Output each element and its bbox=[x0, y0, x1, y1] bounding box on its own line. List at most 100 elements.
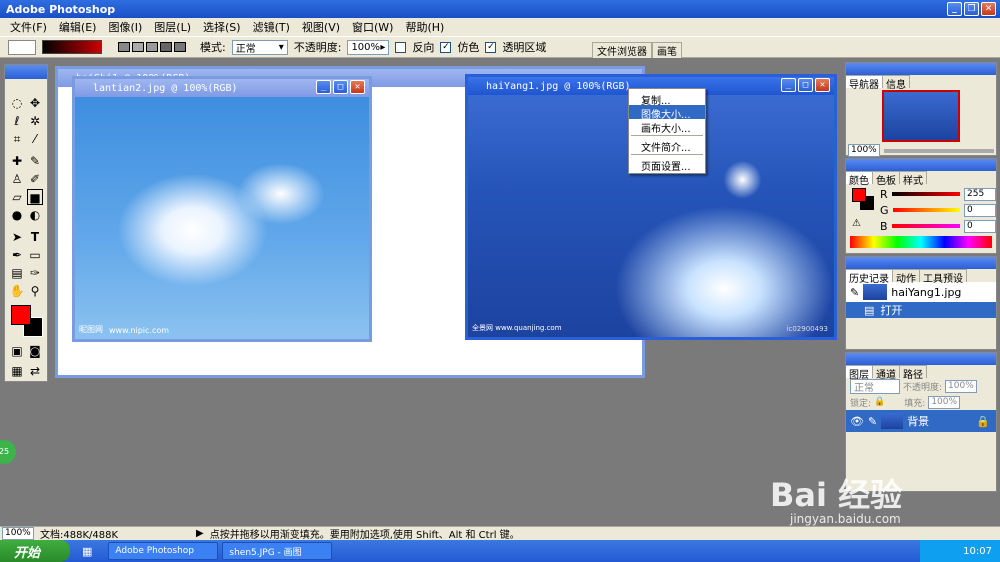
doc-size[interactable]: 文档:488K/488K bbox=[40, 526, 190, 541]
close-button[interactable]: ✕ bbox=[815, 78, 830, 92]
notes-icon[interactable]: ▤ bbox=[9, 265, 25, 281]
minimize-button[interactable]: _ bbox=[781, 78, 796, 92]
menu-view[interactable]: 视图(V) bbox=[296, 19, 346, 35]
history-brush-icon[interactable]: ✐ bbox=[27, 171, 43, 187]
restore-button[interactable]: ❐ bbox=[964, 2, 979, 16]
tab-history[interactable]: 历史记录 bbox=[846, 269, 893, 285]
blend-mode-select[interactable]: 正常 bbox=[850, 378, 900, 394]
task-paint[interactable]: shen5.JPG - 画图 bbox=[222, 542, 333, 560]
eraser-icon[interactable]: ▱ bbox=[9, 189, 25, 205]
gradient-icon[interactable]: ■ bbox=[27, 189, 43, 205]
panel-header[interactable] bbox=[846, 353, 996, 365]
foreground-color-swatch[interactable] bbox=[11, 305, 31, 325]
jump-to-imageready-icon[interactable]: ⇄ bbox=[27, 363, 43, 379]
gradient-picker[interactable] bbox=[42, 40, 102, 54]
tool-preset-picker[interactable] bbox=[8, 39, 36, 55]
tab-navigator[interactable]: 导航器 bbox=[846, 75, 883, 91]
tab-layers[interactable]: 图层 bbox=[846, 365, 873, 381]
b-value[interactable]: 0 bbox=[964, 219, 996, 233]
color-fg-swatch[interactable] bbox=[852, 188, 866, 202]
tab-paths[interactable]: 路径 bbox=[900, 365, 927, 381]
crop-icon[interactable]: ⌗ bbox=[9, 131, 25, 147]
minimize-button[interactable]: _ bbox=[947, 2, 962, 16]
panel-header[interactable] bbox=[846, 257, 996, 269]
transparency-checkbox[interactable]: ✓ bbox=[485, 41, 497, 53]
blur-icon[interactable]: ● bbox=[9, 207, 25, 223]
pen-icon[interactable]: ✒ bbox=[9, 247, 25, 263]
path-select-icon[interactable]: ➤ bbox=[9, 229, 25, 245]
tab-styles[interactable]: 样式 bbox=[900, 171, 927, 187]
tab-channels[interactable]: 通道 bbox=[873, 365, 900, 381]
show-desktop-icon[interactable]: ▦ bbox=[82, 545, 92, 558]
status-zoom[interactable]: 100% bbox=[2, 527, 34, 540]
eye-icon[interactable]: 👁 bbox=[850, 415, 864, 428]
tab-info[interactable]: 信息 bbox=[883, 75, 910, 91]
gradient-type-buttons[interactable] bbox=[118, 42, 186, 52]
g-value[interactable]: 0 bbox=[964, 203, 996, 217]
magic-wand-icon[interactable]: ✲ bbox=[27, 113, 43, 129]
history-state[interactable]: ▤ 打开 bbox=[846, 302, 996, 318]
navigator-thumbnail[interactable] bbox=[882, 90, 960, 142]
r-slider[interactable] bbox=[891, 192, 960, 196]
brush-icon[interactable]: ✎ bbox=[27, 153, 43, 169]
navigator-zoom[interactable]: 100% bbox=[848, 144, 880, 157]
color-ramp[interactable] bbox=[850, 236, 992, 248]
mode-select[interactable]: 正常 ▾ bbox=[231, 39, 288, 55]
r-value[interactable]: 255 bbox=[964, 187, 996, 201]
menu-item-duplicate[interactable]: 复制... bbox=[629, 91, 705, 107]
quick-mask-icon[interactable]: ▣ bbox=[9, 343, 25, 359]
task-photoshop[interactable]: Adobe Photoshop bbox=[108, 542, 219, 560]
menu-item-file-info[interactable]: 文件简介... bbox=[629, 138, 705, 154]
marquee-icon[interactable]: ◌ bbox=[9, 95, 25, 111]
clock[interactable]: 10:07 bbox=[963, 546, 992, 557]
panel-header[interactable] bbox=[846, 159, 996, 171]
menu-edit[interactable]: 编辑(E) bbox=[53, 19, 103, 35]
menu-item-image-size[interactable]: 图像大小... bbox=[629, 105, 705, 121]
b-slider[interactable] bbox=[891, 224, 960, 228]
menu-filter[interactable]: 滤镜(T) bbox=[247, 19, 296, 35]
layer-fill[interactable]: 100% bbox=[928, 395, 961, 409]
menu-file[interactable]: 文件(F) bbox=[4, 19, 53, 35]
menu-image[interactable]: 图像(I) bbox=[102, 19, 148, 35]
dodge-icon[interactable]: ◐ bbox=[27, 207, 43, 223]
document-window-lantian[interactable]: lantian2.jpg @ 100%(RGB) _ □ ✕ 昵图网 www.nip… bbox=[72, 76, 372, 342]
layer-row-background[interactable]: 👁 ✎ 背景 🔒 bbox=[846, 410, 996, 432]
history-snapshot[interactable]: ✎ haiYang1.jpg bbox=[846, 282, 996, 302]
tab-tool-presets[interactable]: 工具预设 bbox=[920, 269, 967, 285]
zoom-icon[interactable]: ⚲ bbox=[27, 283, 43, 299]
healing-brush-icon[interactable]: ✚ bbox=[9, 153, 25, 169]
move-icon[interactable]: ✥ bbox=[27, 95, 43, 111]
tab-swatches[interactable]: 色板 bbox=[873, 171, 900, 187]
type-icon[interactable]: T bbox=[27, 229, 43, 245]
tab-color[interactable]: 颜色 bbox=[846, 171, 873, 187]
lasso-icon[interactable]: ℓ bbox=[9, 113, 25, 129]
layer-opacity[interactable]: 100% bbox=[945, 379, 978, 393]
close-button[interactable]: ✕ bbox=[350, 80, 365, 94]
tab-file-browser[interactable]: 文件浏览器 bbox=[592, 42, 652, 59]
maximize-button[interactable]: □ bbox=[798, 78, 813, 92]
close-button[interactable]: ✕ bbox=[981, 2, 996, 16]
reverse-checkbox[interactable] bbox=[395, 41, 407, 53]
menu-item-page-setup[interactable]: 页面设置... bbox=[629, 157, 705, 173]
hand-icon[interactable]: ✋ bbox=[9, 283, 25, 299]
menu-help[interactable]: 帮助(H) bbox=[399, 19, 450, 35]
menu-item-canvas-size[interactable]: 画布大小... bbox=[629, 119, 705, 135]
toolbox-header[interactable] bbox=[5, 65, 47, 79]
tab-actions[interactable]: 动作 bbox=[893, 269, 920, 285]
eyedropper-icon[interactable]: ✑ bbox=[27, 265, 43, 281]
stamp-icon[interactable]: ♙ bbox=[9, 171, 25, 187]
quick-mask-on-icon[interactable]: ◙ bbox=[27, 343, 43, 359]
navigator-zoom-slider[interactable] bbox=[884, 148, 994, 153]
panel-header[interactable] bbox=[846, 63, 996, 75]
maximize-button[interactable]: □ bbox=[333, 80, 348, 94]
menu-select[interactable]: 选择(S) bbox=[197, 19, 247, 35]
shape-icon[interactable]: ▭ bbox=[27, 247, 43, 263]
g-slider[interactable] bbox=[892, 208, 960, 212]
opacity-input[interactable]: 100% ▸ bbox=[347, 39, 390, 55]
menu-window[interactable]: 窗口(W) bbox=[346, 19, 399, 35]
dither-checkbox[interactable]: ✓ bbox=[440, 41, 452, 53]
start-button[interactable]: 开始 bbox=[0, 540, 70, 562]
menu-layer[interactable]: 图层(L) bbox=[148, 19, 197, 35]
slice-icon[interactable]: ⁄ bbox=[27, 131, 43, 147]
document-title-bar[interactable]: lantian2.jpg @ 100%(RGB) _ □ ✕ bbox=[75, 79, 369, 97]
